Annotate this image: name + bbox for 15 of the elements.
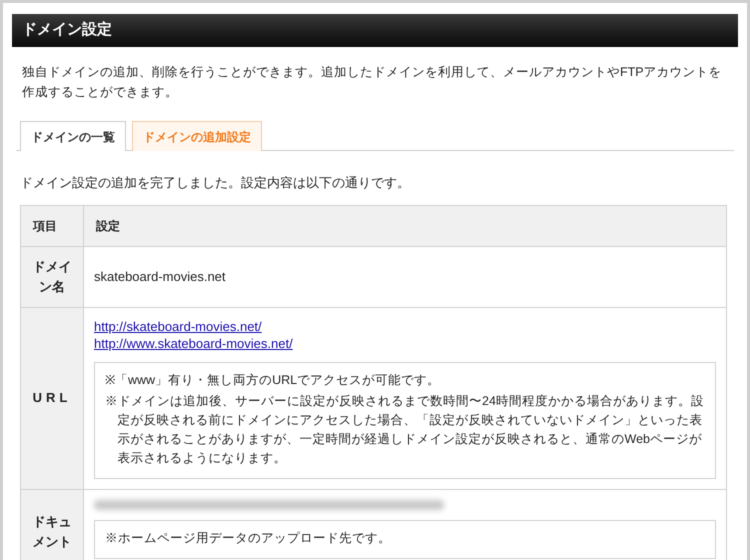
table-cell: skateboard-movies.net	[84, 246, 726, 307]
note-text: ※ドメインは追加後、サーバーに設定が反映されるまで数時間〜24時間程度かかる場合があります。設定が反映される前にドメインにアクセスした場合、「設定が反映されていないドメイン」といった表示がされることがありますが、一定時間が経過しドメイン設定が反映されると、通常のWebページが表示されるようになります。	[105, 392, 705, 466]
tab[interactable]: ドメインの一覧	[20, 121, 126, 151]
row-label: URL	[20, 307, 84, 489]
column-header: 項目	[20, 205, 84, 246]
url-link[interactable]: http://www.skateboard-movies.net/	[94, 334, 293, 352]
description-text: 独自ドメインの追加、削除を行うことができます。追加したドメインを利用して、メールアカウントやFTPアカウントを作成することができます。	[22, 64, 722, 101]
note-text: ※ホームページ用データのアップロード先です。	[105, 530, 392, 546]
page-title: ドメイン設定	[22, 20, 112, 40]
row-label: ドメイン名	[20, 246, 84, 307]
url-link[interactable]: http://skateboard-movies.net/	[94, 318, 262, 334]
note-text: ※「www」有り・無し両方のURLでアクセスが可能です。	[105, 372, 442, 388]
row-label: ドキュメント	[20, 489, 84, 560]
status-message: ドメイン設定の追加を完了しました。設定内容は以下の通りです。	[20, 174, 411, 192]
column-header: 設定	[84, 205, 726, 246]
